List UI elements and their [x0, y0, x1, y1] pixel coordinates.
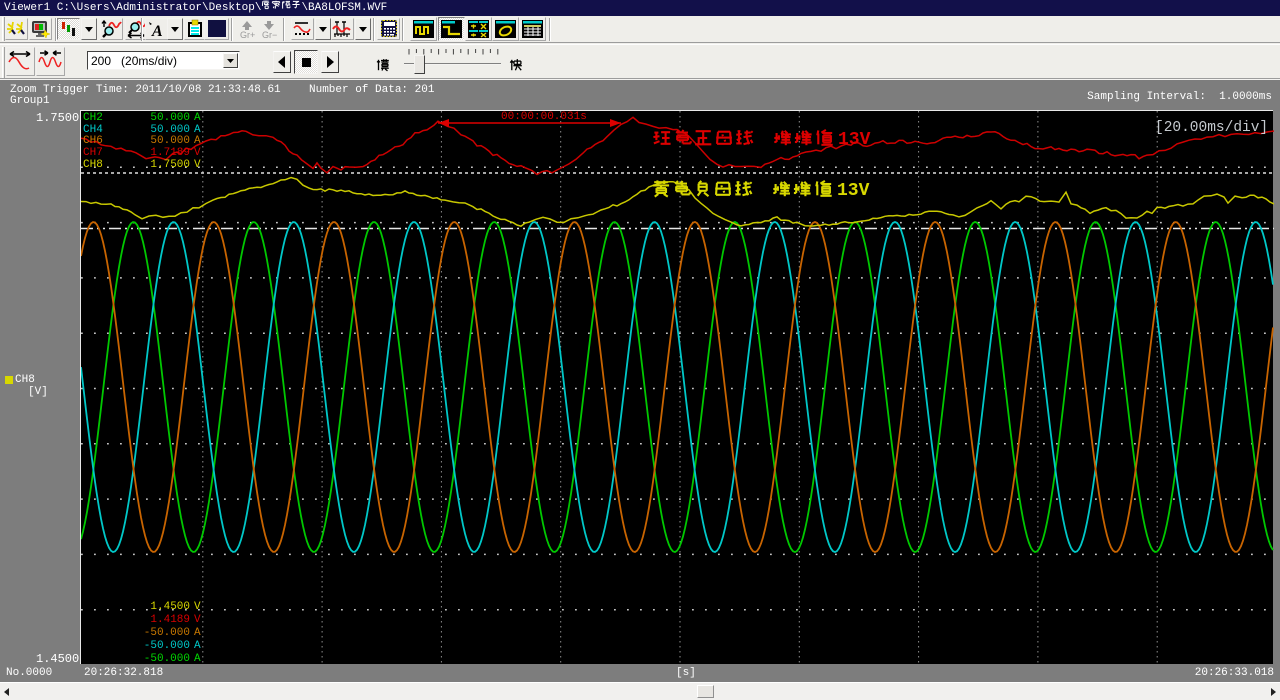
- svg-text:[20.00ms/div]: [20.00ms/div]: [1155, 120, 1268, 136]
- svg-text:Gr−: Gr−: [262, 30, 277, 39]
- svg-text:A: A: [151, 23, 163, 39]
- svg-text:Gr+: Gr+: [240, 30, 255, 39]
- svg-text:00:00:00.031s: 00:00:00.031s: [501, 111, 587, 123]
- svg-text:13V: 13V: [838, 130, 871, 150]
- svg-text:13V: 13V: [837, 181, 870, 201]
